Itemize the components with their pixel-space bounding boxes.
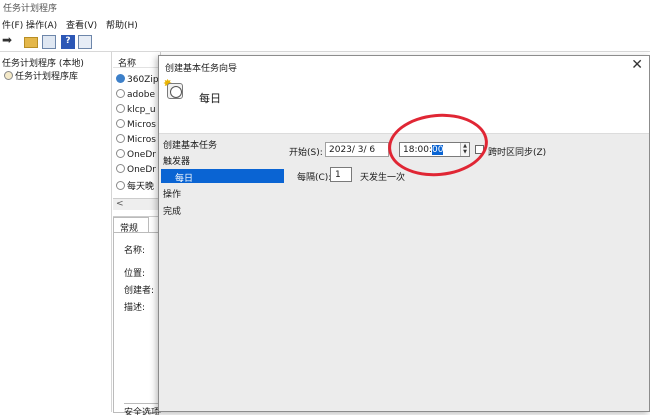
detail-description-label: 描述:: [124, 303, 146, 313]
menu-file[interactable]: 件(F): [2, 18, 23, 31]
dialog-title: 创建基本任务向导: [165, 64, 238, 74]
grid-icon[interactable]: [42, 35, 56, 49]
step-trigger[interactable]: 触发器: [163, 154, 190, 167]
daily-settings: 开始(S): 2023/ 3/ 6 18:00:00 ▲ ▼ 跨时区同步(Z) 每…: [289, 109, 649, 412]
task-clock-icon: [116, 164, 125, 173]
folder-icon[interactable]: [24, 37, 38, 48]
time-seconds-selection: 00: [431, 145, 444, 155]
app-title-bar: 任务计划程序: [0, 0, 650, 15]
menu-help[interactable]: 帮助(H): [106, 18, 138, 31]
general-tab-content: 名称: 位置: 创建者: 描述: 安全选项: [113, 232, 162, 415]
detail-name-label: 名称:: [124, 246, 146, 256]
task-clock-icon: [116, 134, 125, 143]
list-item[interactable]: 每天晚: [116, 179, 154, 192]
back-arrow-icon[interactable]: ➡: [2, 33, 16, 47]
toolbar: ➡ ?: [0, 32, 650, 52]
days-interval-suffix: 天发生一次: [360, 173, 406, 183]
detail-author-label: 创建者:: [124, 286, 155, 296]
start-date-field[interactable]: 2023/ 3/ 6: [325, 142, 389, 157]
task-clock-icon: [116, 89, 125, 98]
task-blue-icon: [116, 74, 125, 83]
list-item[interactable]: klcp_u: [116, 104, 156, 115]
menu-bar: 件(F) 操作(A) 查看(V) 帮助(H): [0, 15, 650, 32]
tree-root[interactable]: 任务计划程序 (本地): [2, 56, 84, 69]
panel-icon[interactable]: [78, 35, 92, 49]
list-horizontal-scrollbar[interactable]: <: [113, 198, 161, 210]
create-basic-task-wizard: 创建基本任务向导 ✕ ✸ 每日 创建基本任务 触发器 每日 操作 完成 开始(S…: [158, 55, 650, 412]
step-finish[interactable]: 完成: [163, 204, 181, 217]
time-spinner[interactable]: ▲ ▼: [460, 143, 469, 156]
wizard-steps: 创建基本任务 触发器 每日 操作 完成: [159, 134, 285, 412]
list-item[interactable]: OneDr: [116, 149, 156, 160]
step-daily-selected[interactable]: 每日: [161, 169, 284, 184]
menu-action[interactable]: 操作(A): [26, 18, 57, 31]
list-item[interactable]: 360Zip: [116, 74, 159, 85]
step-action[interactable]: 操作: [163, 187, 181, 200]
start-label: 开始(S):: [289, 148, 323, 158]
help-icon[interactable]: ?: [61, 35, 75, 49]
library-clock-icon: [4, 71, 13, 80]
task-clock-icon: [116, 119, 125, 128]
wizard-body: 创建基本任务 触发器 每日 操作 完成 开始(S): 2023/ 3/ 6 18…: [159, 109, 649, 412]
every-label: 每隔(C):: [297, 173, 332, 183]
task-clock-icon: [116, 104, 125, 113]
task-clock-icon: [116, 149, 125, 158]
wizard-clock-icon: ✸: [163, 77, 185, 100]
step-create-basic-task[interactable]: 创建基本任务: [163, 138, 217, 151]
list-item[interactable]: Micros: [116, 134, 156, 145]
sync-timezone-checkbox[interactable]: [475, 145, 484, 154]
task-clock-icon: [116, 181, 125, 190]
tree-library[interactable]: 任务计划程序库: [4, 69, 78, 82]
detail-location-label: 位置:: [124, 269, 146, 279]
close-icon[interactable]: ✕: [631, 57, 643, 73]
task-detail-panel: 常规 名称: 位置: 创建者: 描述: 安全选项: [113, 216, 162, 415]
list-item[interactable]: OneDr: [116, 164, 156, 175]
tab-general[interactable]: 常规: [113, 217, 149, 234]
app-title: 任务计划程序: [3, 4, 58, 14]
list-item[interactable]: Micros: [116, 119, 156, 130]
task-list: 名称 360Zip adobe klcp_u Micros Micros One…: [113, 52, 161, 212]
column-header-name[interactable]: 名称: [113, 52, 160, 69]
navigation-tree: 任务计划程序 (本地) 任务计划程序库: [0, 52, 112, 412]
security-options-label: 安全选项: [124, 403, 162, 415]
days-interval-input[interactable]: 1: [330, 167, 352, 182]
list-item[interactable]: adobe: [116, 89, 155, 100]
menu-view[interactable]: 查看(V): [66, 18, 97, 31]
scroll-left-icon[interactable]: <: [116, 199, 124, 209]
sync-timezone-label: 跨时区同步(Z): [488, 148, 547, 158]
page-heading: 每日: [199, 92, 221, 105]
